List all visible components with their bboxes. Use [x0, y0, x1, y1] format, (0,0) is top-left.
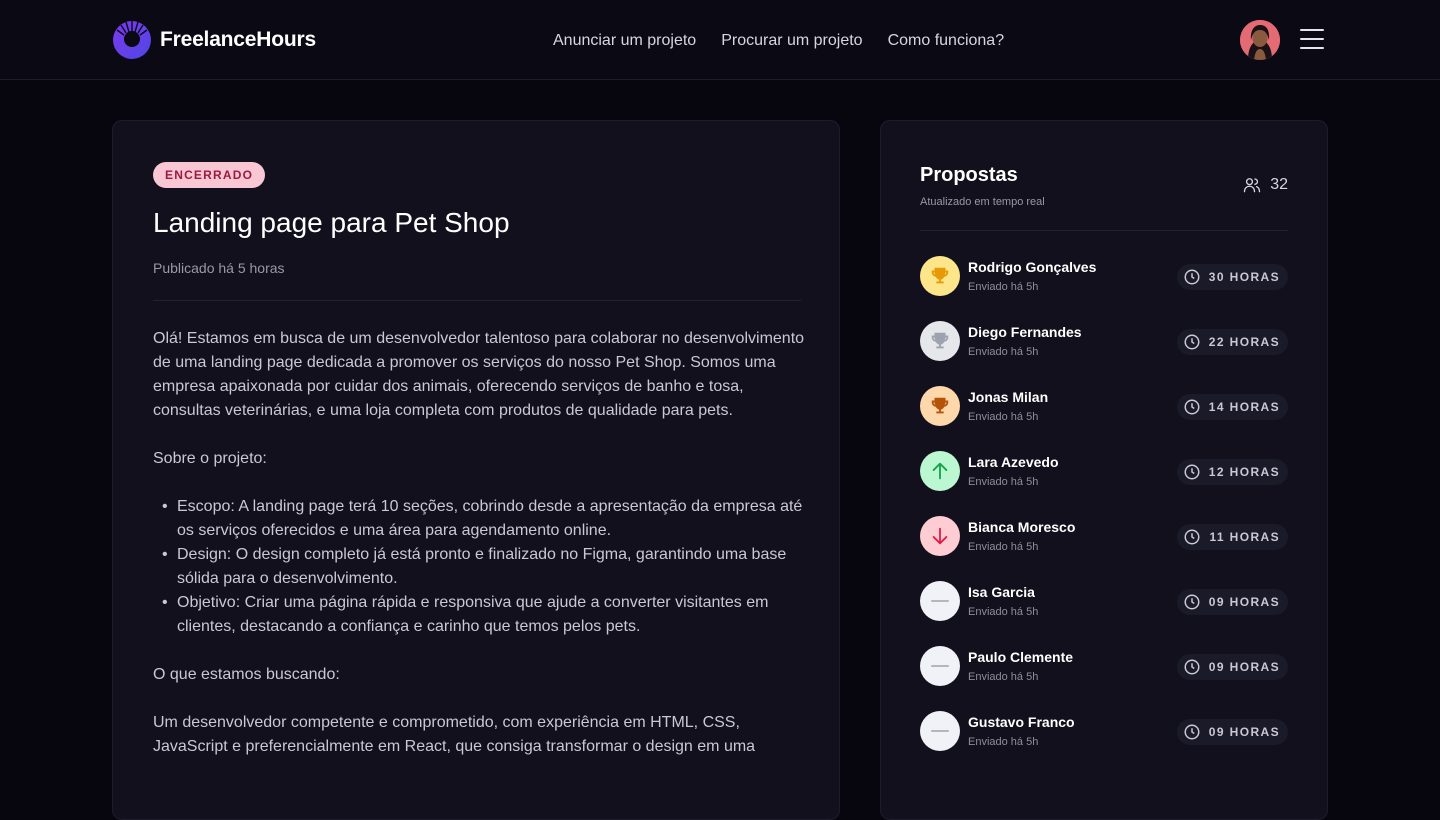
proposer-name: Bianca Moresco	[968, 519, 1076, 535]
user-avatar-image	[1240, 20, 1280, 60]
hours-value: 11 HORAS	[1209, 530, 1280, 544]
clock-icon	[1184, 724, 1200, 740]
hours-value: 30 HORAS	[1208, 270, 1280, 284]
clock-icon	[1184, 594, 1200, 610]
proposer-name: Rodrigo Gonçalves	[968, 259, 1097, 275]
hours-badge: 30 HORAS	[1176, 264, 1288, 290]
project-bullets: Escopo: A landing page terá 10 seções, c…	[153, 495, 805, 639]
proposal-sent-time: Enviado há 5h	[968, 606, 1039, 618]
hours-value: 09 HORAS	[1208, 725, 1280, 739]
gold-trophy-icon	[920, 256, 960, 296]
minus-icon	[920, 711, 960, 751]
nav-link-announce-project[interactable]: Anunciar um projeto	[553, 30, 696, 52]
user-avatar[interactable]	[1240, 20, 1280, 60]
proposal-sent-time: Enviado há 5h	[968, 281, 1039, 293]
description-intro: Olá! Estamos em busca de um desenvolvedo…	[153, 330, 805, 419]
project-description: Olá! Estamos em busca de um desenvolvedo…	[153, 327, 805, 783]
looking-heading: O que estamos buscando:	[153, 666, 340, 683]
proposal-sent-time: Enviado há 5h	[968, 671, 1039, 683]
hamburger-menu-icon[interactable]	[1300, 29, 1324, 51]
nav-link-find-project[interactable]: Procurar um projeto	[721, 30, 862, 52]
clock-icon	[1184, 399, 1200, 415]
brand-logo[interactable]: FreelanceHours	[112, 20, 316, 60]
proposer-name: Jonas Milan	[968, 389, 1049, 405]
clock-icon	[1184, 334, 1200, 350]
arrow-down-icon	[920, 516, 960, 556]
hours-value: 09 HORAS	[1208, 660, 1280, 674]
hours-badge: 22 HORAS	[1176, 329, 1288, 355]
arrow-up-icon	[920, 451, 960, 491]
divider	[153, 300, 801, 301]
proposer-name: Gustavo Franco	[968, 714, 1075, 730]
minus-icon	[920, 581, 960, 621]
proposals-count-value: 32	[1270, 176, 1288, 193]
top-navigation-bar: FreelanceHours Anunciar um projeto Procu…	[0, 0, 1440, 80]
hours-value: 14 HORAS	[1208, 400, 1280, 414]
proposer-name: Lara Azevedo	[968, 454, 1059, 470]
proposal-item[interactable]: Diego Fernandes Enviado há 5h 22 HORAS	[920, 321, 1288, 386]
bronze-trophy-icon	[920, 386, 960, 426]
proposal-item[interactable]: Rodrigo Gonçalves Enviado há 5h 30 HORAS	[920, 256, 1288, 321]
proposal-sent-time: Enviado há 5h	[968, 476, 1039, 488]
clock-icon	[1184, 529, 1200, 545]
about-heading: Sobre o projeto:	[153, 450, 267, 467]
proposals-count: 32	[1242, 175, 1288, 195]
hours-badge: 09 HORAS	[1176, 654, 1288, 680]
proposal-item[interactable]: Bianca Moresco Enviado há 5h 11 HORAS	[920, 516, 1288, 581]
proposal-item[interactable]: Jonas Milan Enviado há 5h 14 HORAS	[920, 386, 1288, 451]
nav-link-how-it-works[interactable]: Como funciona?	[888, 30, 1005, 52]
divider	[920, 230, 1288, 231]
status-badge: ENCERRADO	[153, 162, 266, 188]
proposal-sent-time: Enviado há 5h	[968, 411, 1039, 423]
bullet-objective: Objetivo: Criar uma página rápida e resp…	[153, 591, 805, 639]
freelancehours-logo-icon	[113, 21, 151, 59]
users-icon	[1244, 178, 1261, 193]
proposal-sent-time: Enviado há 5h	[968, 736, 1039, 748]
proposer-name: Paulo Clemente	[968, 649, 1074, 665]
clock-icon	[1184, 659, 1200, 675]
published-time: Publicado há 5 horas	[153, 260, 285, 276]
proposals-card: Propostas Atualizado em tempo real 32 Ro…	[880, 120, 1328, 820]
hours-badge: 09 HORAS	[1176, 719, 1288, 745]
main-nav: Anunciar um projeto Procurar um projeto …	[553, 30, 1004, 52]
bullet-design: Design: O design completo já está pronto…	[153, 543, 805, 591]
project-details-card: ENCERRADO Landing page para Pet Shop Pub…	[112, 120, 840, 820]
hours-badge: 09 HORAS	[1176, 589, 1288, 615]
bullet-scope: Escopo: A landing page terá 10 seções, c…	[153, 495, 805, 543]
silver-trophy-icon	[920, 321, 960, 361]
hours-value: 12 HORAS	[1208, 465, 1280, 479]
proposal-item[interactable]: Gustavo Franco Enviado há 5h 09 HORAS	[920, 711, 1288, 776]
hours-badge: 12 HORAS	[1176, 459, 1288, 485]
proposal-item[interactable]: Paulo Clemente Enviado há 5h 09 HORAS	[920, 646, 1288, 711]
proposal-sent-time: Enviado há 5h	[968, 541, 1039, 553]
proposals-title: Propostas	[920, 164, 1018, 186]
proposal-list: Rodrigo Gonçalves Enviado há 5h 30 HORAS…	[920, 256, 1288, 776]
brand-name: FreelanceHours	[160, 28, 316, 51]
clock-icon	[1184, 269, 1200, 285]
proposal-item[interactable]: Lara Azevedo Enviado há 5h 12 HORAS	[920, 451, 1288, 516]
proposals-subtitle: Atualizado em tempo real	[920, 196, 1045, 208]
proposal-sent-time: Enviado há 5h	[968, 346, 1039, 358]
proposal-item[interactable]: Isa Garcia Enviado há 5h 09 HORAS	[920, 581, 1288, 646]
hours-badge: 11 HORAS	[1177, 524, 1288, 550]
hours-value: 22 HORAS	[1208, 335, 1280, 349]
proposer-name: Diego Fernandes	[968, 324, 1082, 340]
proposer-name: Isa Garcia	[968, 584, 1035, 600]
minus-icon	[920, 646, 960, 686]
hours-badge: 14 HORAS	[1176, 394, 1288, 420]
project-title: Landing page para Pet Shop	[153, 207, 510, 238]
clock-icon	[1184, 464, 1200, 480]
hours-value: 09 HORAS	[1208, 595, 1280, 609]
